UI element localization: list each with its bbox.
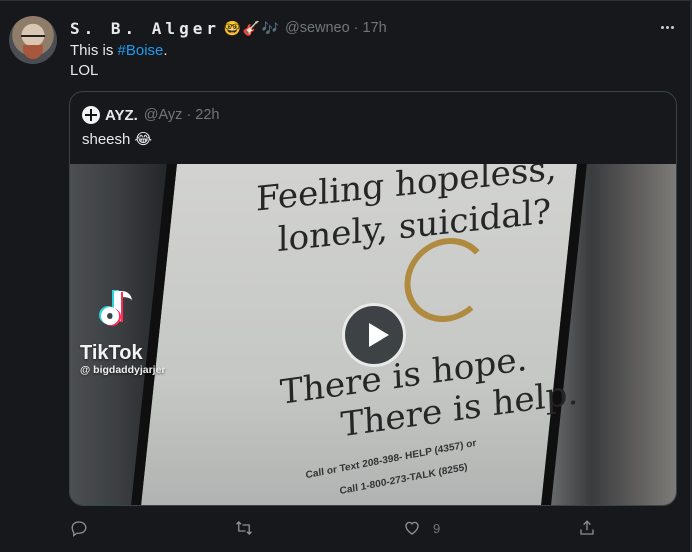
tweet-text: This is #Boise. LOL bbox=[70, 41, 168, 81]
top-divider bbox=[0, 0, 692, 1]
quoted-tweet-header: AYZ. @Ayz · 22h bbox=[82, 106, 219, 124]
like-count: 9 bbox=[433, 520, 441, 536]
tweet-text-suffix: . bbox=[163, 42, 168, 59]
more-options-icon[interactable] bbox=[656, 18, 678, 36]
share-button[interactable] bbox=[578, 512, 596, 544]
tiktok-logo-icon bbox=[100, 289, 140, 333]
reply-button[interactable] bbox=[70, 512, 88, 544]
quoted-tweet[interactable]: AYZ. @Ayz · 22h sheesh 😂 Feeling hopeles… bbox=[69, 91, 677, 506]
heart-icon bbox=[405, 521, 419, 535]
avatar-glasses bbox=[21, 35, 45, 43]
retweet-button[interactable] bbox=[235, 512, 253, 544]
music-notes-emoji: 🎶 bbox=[261, 19, 280, 36]
like-button[interactable]: 9 bbox=[403, 512, 440, 544]
tweet-text-prefix: This is bbox=[70, 42, 118, 59]
quoted-timestamp[interactable]: 22h bbox=[195, 107, 219, 123]
handle[interactable]: @sewneo bbox=[285, 20, 350, 36]
quoted-avatar[interactable] bbox=[82, 106, 100, 124]
quoted-display-name[interactable]: AYZ. bbox=[105, 107, 138, 124]
separator: · bbox=[353, 20, 359, 36]
reply-icon bbox=[71, 521, 87, 537]
sign-emblem bbox=[400, 238, 494, 322]
quoted-separator: · bbox=[186, 107, 192, 123]
action-bar: 9 bbox=[0, 512, 692, 544]
hashtag-link[interactable]: #Boise bbox=[118, 42, 164, 59]
tweet-text-line1: This is #Boise. bbox=[70, 41, 168, 61]
guitar-emoji: 🎸 bbox=[242, 19, 261, 36]
avatar-beard bbox=[23, 45, 43, 59]
tiktok-username: @ bigdaddyjarjer bbox=[80, 364, 166, 376]
avatar[interactable] bbox=[9, 16, 57, 64]
nerd-face-emoji: 🤓 bbox=[223, 19, 242, 36]
quoted-handle[interactable]: @Ayz bbox=[144, 107, 183, 123]
display-name[interactable]: S. B. Alger bbox=[70, 19, 220, 38]
name-emojis: 🤓 🎸 🎶 bbox=[224, 20, 279, 37]
timestamp[interactable]: 17h bbox=[363, 20, 387, 36]
quoted-text: sheesh 😂 bbox=[82, 131, 153, 148]
play-button[interactable] bbox=[342, 303, 406, 367]
tweet-header: S. B. Alger 🤓 🎸 🎶 @sewneo · 17h bbox=[70, 17, 387, 39]
video-player[interactable]: Feeling hopeless, lonely, suicidal? Ther… bbox=[70, 164, 676, 505]
tweet-text-line2: LOL bbox=[70, 62, 99, 79]
tiktok-watermark: TikTok bbox=[80, 342, 143, 364]
retweet-icon bbox=[236, 521, 252, 535]
share-icon bbox=[580, 520, 594, 535]
